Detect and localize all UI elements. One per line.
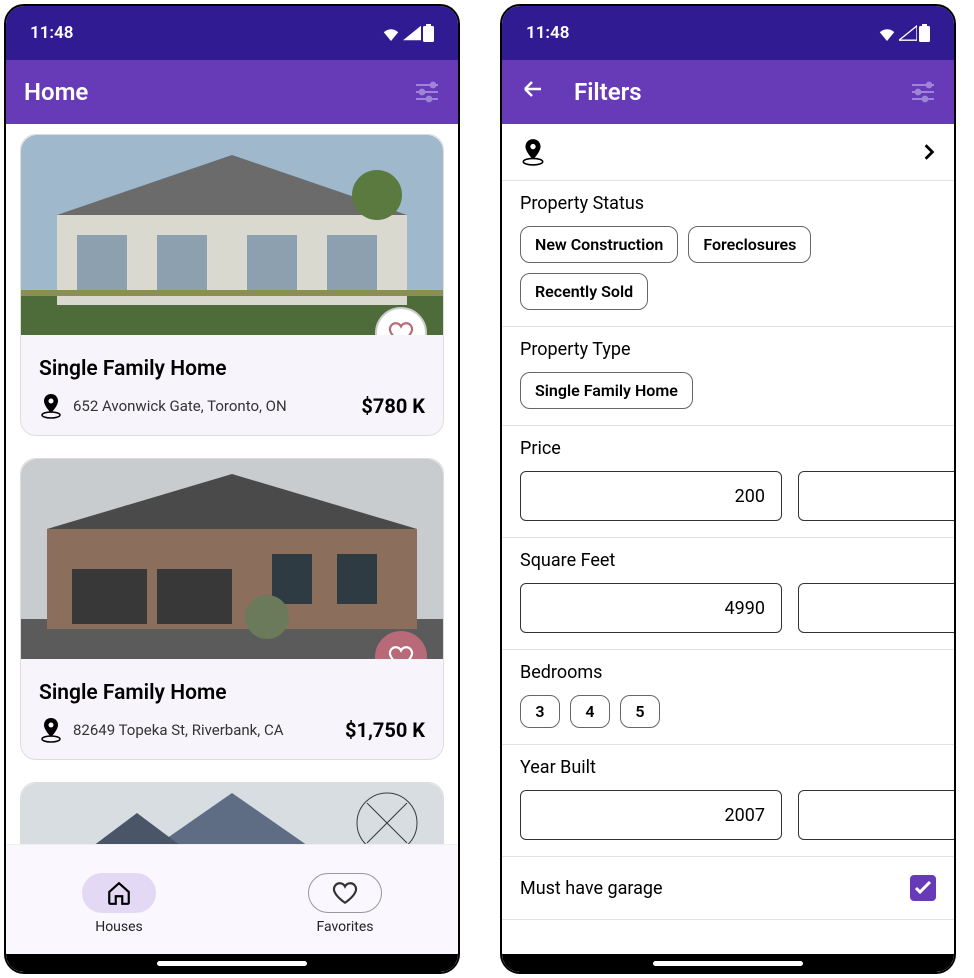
nav-favorites[interactable]: Favorites: [308, 873, 382, 935]
section-title: Year Built: [520, 757, 936, 778]
filter-icon[interactable]: [414, 81, 440, 103]
listing-image: [21, 459, 443, 659]
price-min-input[interactable]: [520, 471, 782, 521]
nav-houses-label: Houses: [82, 919, 156, 935]
filters-content[interactable]: Property Status New Construction Foreclo…: [502, 124, 954, 972]
location-pin-icon: [39, 393, 63, 419]
section-title: Bedrooms: [520, 662, 936, 683]
listing-price: $780 K: [361, 394, 425, 418]
listing-price: $1,750 K: [345, 718, 425, 742]
location-pin-icon: [39, 717, 63, 743]
page-title: Filters: [574, 78, 910, 106]
phone-filters-screen: 11:48 Filters Property Status New Constr…: [500, 4, 956, 974]
section-year-built: Year Built: [502, 745, 954, 857]
listings-content: Single Family Home 652 Avonwick Gate, To…: [6, 124, 458, 972]
phone-home-screen: 11:48 Home: [4, 4, 460, 974]
chevron-right-icon: [922, 143, 936, 161]
chip-bedrooms-3[interactable]: 3: [520, 695, 560, 728]
chip-bedrooms-4[interactable]: 4: [570, 695, 610, 728]
wifi-icon: [381, 25, 401, 41]
clock: 11:48: [30, 23, 73, 43]
section-title: Property Type: [520, 339, 936, 360]
signal-icon: [899, 25, 917, 41]
app-bar: Home: [6, 60, 458, 124]
battery-icon: [919, 24, 930, 42]
location-filter-row[interactable]: [502, 124, 954, 181]
heart-icon: [332, 881, 358, 905]
back-button[interactable]: [520, 77, 546, 107]
chip-recently-sold[interactable]: Recently Sold: [520, 273, 648, 310]
location-pin-icon: [520, 138, 546, 166]
listing-image: [21, 135, 443, 335]
listing-address: 82649 Topeka St, Riverbank, CA: [73, 721, 335, 739]
price-max-input[interactable]: [798, 471, 954, 521]
chip-bedrooms-5[interactable]: 5: [620, 695, 660, 728]
chip-foreclosures[interactable]: Foreclosures: [688, 226, 811, 263]
garage-toggle-row[interactable]: Must have garage: [502, 857, 954, 920]
signal-icon: [403, 25, 421, 41]
listing-body: Single Family Home 652 Avonwick Gate, To…: [21, 335, 443, 435]
sqft-min-input[interactable]: [520, 583, 782, 633]
check-icon: [914, 880, 932, 896]
section-square-feet: Square Feet: [502, 538, 954, 650]
section-price: Price: [502, 426, 954, 538]
status-bar: 11:48: [6, 6, 458, 60]
listing-address: 652 Avonwick Gate, Toronto, ON: [73, 397, 351, 415]
arrow-left-icon: [520, 77, 546, 101]
section-title: Square Feet: [520, 550, 936, 571]
wifi-icon: [877, 25, 897, 41]
listing-title: Single Family Home: [39, 681, 425, 705]
garage-checkbox[interactable]: [910, 875, 936, 901]
garage-label: Must have garage: [520, 878, 663, 899]
status-bar: 11:48: [502, 6, 954, 60]
year-max-input[interactable]: [798, 790, 954, 840]
status-icons: [381, 24, 434, 42]
sqft-max-input[interactable]: [798, 583, 954, 633]
chip-new-construction[interactable]: New Construction: [520, 226, 678, 263]
listing-card[interactable]: Single Family Home 652 Avonwick Gate, To…: [20, 134, 444, 436]
filter-icon[interactable]: [910, 81, 936, 103]
section-property-type: Property Type Single Family Home: [502, 327, 954, 426]
year-min-input[interactable]: [520, 790, 782, 840]
heart-icon: [388, 645, 414, 659]
listing-card[interactable]: Single Family Home 82649 Topeka St, Rive…: [20, 458, 444, 760]
listing-title: Single Family Home: [39, 357, 425, 381]
listing-body: Single Family Home 82649 Topeka St, Rive…: [21, 659, 443, 759]
section-title: Price: [520, 438, 936, 459]
section-property-status: Property Status New Construction Foreclo…: [502, 181, 954, 327]
battery-icon: [423, 24, 434, 42]
heart-icon: [388, 321, 414, 335]
section-title: Property Status: [520, 193, 936, 214]
app-bar: Filters: [502, 60, 954, 124]
house-icon: [106, 880, 132, 906]
page-title: Home: [24, 78, 414, 106]
home-indicator[interactable]: [6, 954, 458, 972]
section-bedrooms: Bedrooms 3 4 5: [502, 650, 954, 745]
clock: 11:48: [526, 23, 569, 43]
nav-favorites-label: Favorites: [308, 919, 382, 935]
nav-houses[interactable]: Houses: [82, 873, 156, 935]
status-icons: [877, 24, 930, 42]
home-indicator[interactable]: [502, 954, 954, 972]
chip-single-family-home[interactable]: Single Family Home: [520, 372, 693, 409]
bottom-nav: Houses Favorites: [6, 844, 458, 954]
